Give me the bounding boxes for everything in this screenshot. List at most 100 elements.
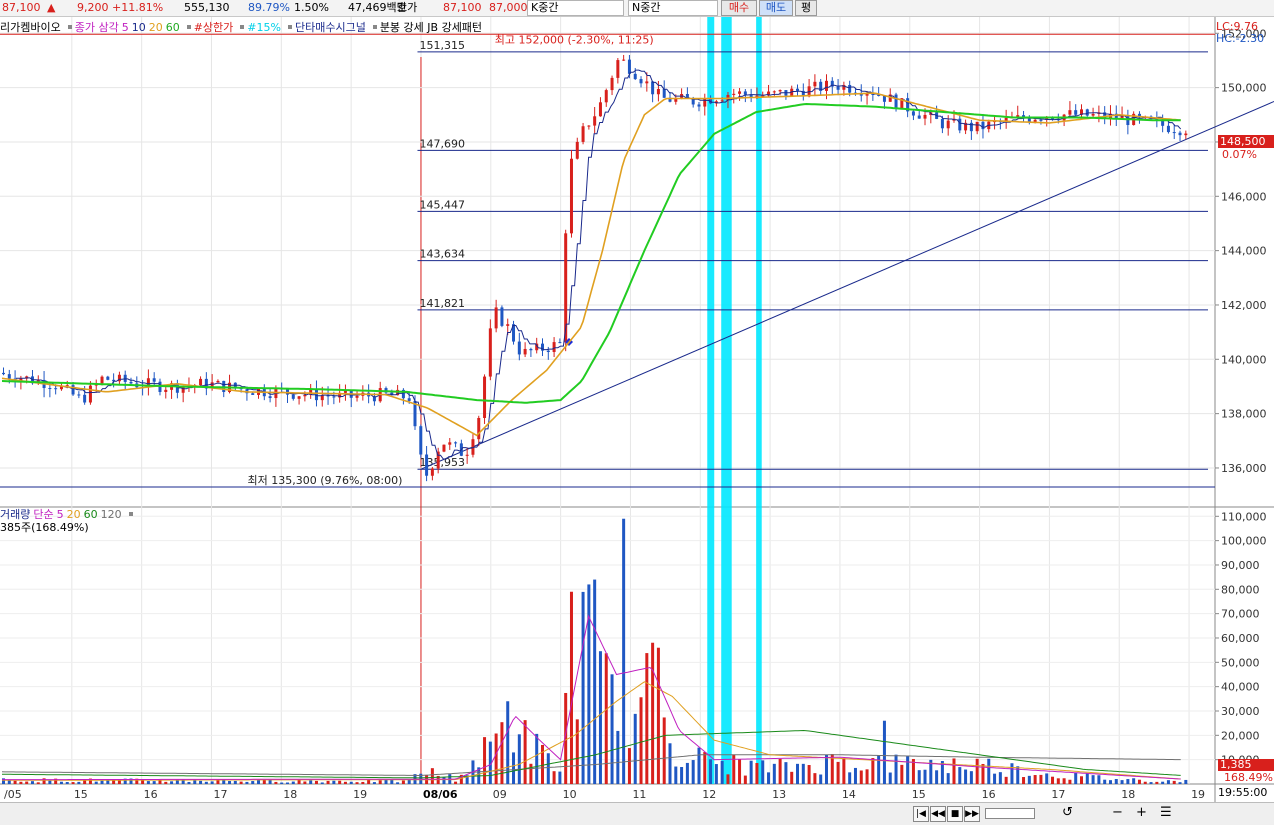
volume-bar [552,771,556,784]
volume-bar [720,760,724,784]
volume-bar [813,773,817,784]
reset-icon[interactable]: ↺ [1062,805,1073,821]
x-tick-label: 17 [213,788,227,801]
stock-chart[interactable]: 151,315147,690145,447143,634141,821135,9… [0,17,1274,802]
price-legend: 리가켐바이오 종가 삼각 5 10 20 60 #상한가 #15% 단타매수시그널 분봉 강세 J… [0,21,485,35]
buy-button[interactable]: 매수 [721,0,757,16]
volume-bar [784,762,788,784]
volume-bar [656,647,660,784]
candle-body [100,376,104,384]
volume-bar [1137,779,1141,784]
volume-bar [535,733,539,784]
volume-bar [906,756,910,784]
volume-bar [691,760,695,784]
volume-bar [216,780,220,784]
volume-bar [1108,780,1112,784]
zoom-in-icon[interactable]: + [1136,805,1147,821]
candle-body [772,91,776,93]
candle-body [506,324,510,326]
signal-band [756,17,762,784]
volume-legend-ma20: 20 [66,508,81,521]
volume-bar [796,763,800,784]
volume-tick-label: 60,000 [1221,632,1260,645]
volume-bar [1056,778,1060,784]
candle-body [969,122,973,132]
volume-bar [604,653,608,784]
candle-body [558,342,562,344]
zoom-slider[interactable] [985,808,1035,819]
volume-bar [993,773,997,784]
chart-navigation-bar: |◀ ◀◀ ■ ▶▶ ↺ − + ☰ [0,802,1274,825]
volume-bar [1149,782,1153,784]
volume-bar [1085,773,1089,784]
volume-bar [853,767,857,784]
volume-bar [1033,775,1037,784]
volume-bar [633,713,637,784]
stop-button[interactable]: ■ [947,806,963,822]
volume-bar [807,765,811,784]
volume-bar [36,782,40,784]
volume-bar [297,779,301,784]
candle-body [923,114,927,119]
volume-bar [714,764,718,784]
candle-body [425,454,429,476]
candle-body [546,350,550,353]
k-mid-field[interactable]: K중간 [527,0,624,16]
x-tick-label: 14 [842,788,856,801]
n-mid-field[interactable]: N중간 [628,0,718,16]
candle-body [448,442,452,445]
price-tick-label: 146,000 [1221,190,1267,203]
candle-body [106,376,110,380]
candle-body [627,59,631,74]
candle-body [523,348,527,355]
candle-body [610,77,614,91]
x-tick-label: 18 [283,788,297,801]
volume-legend-simple: 단순 [33,508,54,521]
volume-legend-ma60: 60 [83,508,98,521]
volume-bar [25,781,29,784]
price-tick-label: 136,000 [1221,462,1267,475]
time-label: 19:55:00 [1218,786,1268,799]
candle-body [587,125,591,127]
candle-body [1039,119,1043,121]
volume-bar [30,781,34,784]
candle-body [152,378,156,382]
volume-bar [1079,776,1083,784]
volume-bar [199,780,203,784]
volume-bar [71,782,75,784]
volume-bar [888,772,892,784]
legend-square-icon [186,25,191,29]
candle-body [1091,113,1095,116]
volume-bar [958,767,962,784]
volume-bar [77,781,81,784]
avg-button[interactable]: 평 [795,0,817,16]
volume-bar [558,771,562,784]
zoom-out-icon[interactable]: − [1112,805,1123,821]
legend-15pct: #15% [247,21,281,34]
volume-bar [824,754,828,784]
candle-body [500,307,504,326]
candle-body [7,374,11,379]
next-button[interactable]: ▶▶ [964,806,980,822]
volume-bar [233,780,237,784]
prev-button[interactable]: ◀◀ [930,806,946,822]
volume-bar [401,780,405,784]
volume-bar [1039,774,1043,784]
volume-bar [1010,763,1014,784]
volume-bar [442,777,446,784]
volume-bar [274,781,278,784]
volume-bar [952,758,956,784]
x-tick-label: 16 [144,788,158,801]
candle-body [477,417,481,440]
price-tick-label: 144,000 [1221,245,1267,258]
menu-icon[interactable]: ☰ [1160,805,1172,821]
candle-body [54,388,58,390]
volume-bar [790,771,794,784]
first-button[interactable]: |◀ [913,806,929,822]
candle-body [824,80,828,91]
volume-bar [1097,775,1101,784]
candle-body [743,91,747,95]
level-label: 147,690 [419,137,465,150]
volume-bar [152,781,156,784]
sell-button[interactable]: 매도 [759,0,793,16]
